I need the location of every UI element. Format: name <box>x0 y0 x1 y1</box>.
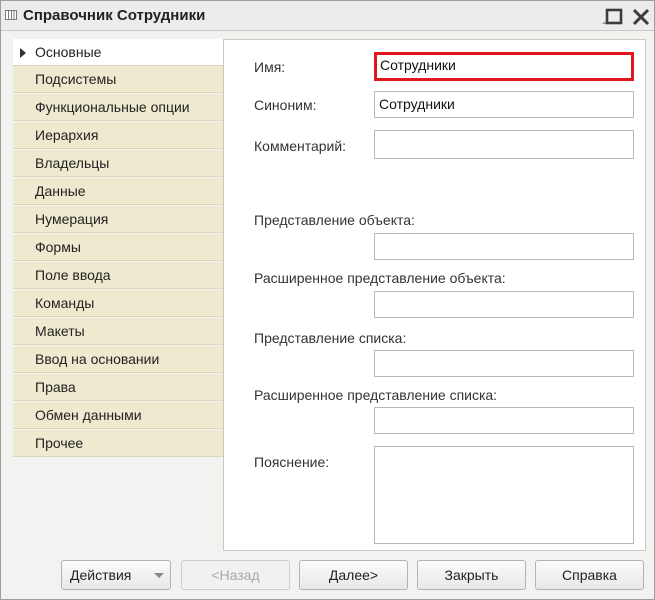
back-button[interactable]: <Назад <box>181 560 290 590</box>
comment-label: Комментарий: <box>254 138 347 154</box>
sidebar-item-main[interactable]: Основные <box>13 39 224 66</box>
ext-list-presentation-field[interactable] <box>374 407 634 434</box>
sidebar-item-functional-options[interactable]: Функциональные опции <box>13 94 224 121</box>
sidebar-item-other[interactable]: Прочее <box>13 430 224 457</box>
sidebar-item-label: Обмен данными <box>35 407 142 423</box>
sidebar-item-label: Нумерация <box>35 211 109 227</box>
ext-object-presentation-field[interactable] <box>374 291 634 318</box>
actions-button[interactable]: Действия <box>61 560 171 590</box>
sidebar-item-label: Иерархия <box>35 127 99 143</box>
synonym-label: Синоним: <box>254 97 317 113</box>
object-presentation-label: Представление объекта: <box>254 212 415 228</box>
help-button[interactable]: Справка <box>535 560 644 590</box>
sidebar-item-commands[interactable]: Команды <box>13 290 224 317</box>
sidebar-item-label: Подсистемы <box>35 71 117 87</box>
comment-field[interactable] <box>374 130 634 159</box>
sidebar-item-subsystems[interactable]: Подсистемы <box>13 66 224 93</box>
sidebar-item-label: Данные <box>35 183 86 199</box>
name-label: Имя: <box>254 59 286 75</box>
name-field[interactable]: Сотрудники <box>374 52 634 81</box>
catalog-window: Справочник Сотрудники _ Основные Подсист… <box>0 0 655 600</box>
sidebar-item-templates[interactable]: Макеты <box>13 318 224 345</box>
sidebar-item-label: Команды <box>35 295 95 311</box>
sidebar-item-owners[interactable]: Владельцы <box>13 150 224 177</box>
object-presentation-field[interactable] <box>374 233 634 260</box>
list-presentation-field[interactable] <box>374 350 634 377</box>
sidebar-item-input-field[interactable]: Поле ввода <box>13 262 224 289</box>
title-bar[interactable]: Справочник Сотрудники _ <box>1 1 654 31</box>
synonym-field[interactable]: Сотрудники <box>374 91 634 118</box>
explanation-label: Пояснение: <box>254 454 330 470</box>
sidebar-item-label: Права <box>35 379 76 395</box>
sidebar-item-rights[interactable]: Права <box>13 374 224 401</box>
sidebar-item-hierarchy[interactable]: Иерархия <box>13 122 224 149</box>
sidebar-item-label: Функциональные опции <box>35 99 190 115</box>
ext-object-presentation-label: Расширенное представление объекта: <box>254 270 506 286</box>
window-title: Справочник Сотрудники <box>23 7 206 24</box>
sections-sidebar: Основные Подсистемы Функциональные опции… <box>13 39 224 457</box>
sidebar-item-input-based-on[interactable]: Ввод на основании <box>13 346 224 373</box>
sidebar-item-label: Прочее <box>35 435 84 451</box>
sidebar-item-label: Ввод на основании <box>35 351 160 367</box>
chevron-down-icon <box>154 573 164 578</box>
sidebar-item-label: Формы <box>35 239 81 255</box>
sidebar-item-label: Макеты <box>35 323 85 339</box>
sidebar-item-forms[interactable]: Формы <box>13 234 224 261</box>
explanation-field[interactable] <box>374 446 634 544</box>
maximize-button[interactable] <box>602 3 626 29</box>
active-arrow-icon <box>20 48 26 58</box>
close-button[interactable]: Закрыть <box>417 560 526 590</box>
actions-button-label: Действия <box>70 567 132 583</box>
list-presentation-label: Представление списка: <box>254 330 407 346</box>
sidebar-item-label: Владельцы <box>35 155 110 171</box>
catalog-icon <box>5 10 17 20</box>
next-button[interactable]: Далее> <box>299 560 408 590</box>
sidebar-item-data[interactable]: Данные <box>13 178 224 205</box>
sidebar-item-label: Поле ввода <box>35 267 111 283</box>
close-window-button[interactable] <box>629 3 653 29</box>
ext-list-presentation-label: Расширенное представление списка: <box>254 387 498 403</box>
sidebar-item-data-exchange[interactable]: Обмен данными <box>13 402 224 429</box>
main-properties-panel: Имя: Сотрудники Синоним: Сотрудники Комм… <box>223 39 646 551</box>
sidebar-item-numbering[interactable]: Нумерация <box>13 206 224 233</box>
sidebar-item-label: Основные <box>35 44 102 60</box>
